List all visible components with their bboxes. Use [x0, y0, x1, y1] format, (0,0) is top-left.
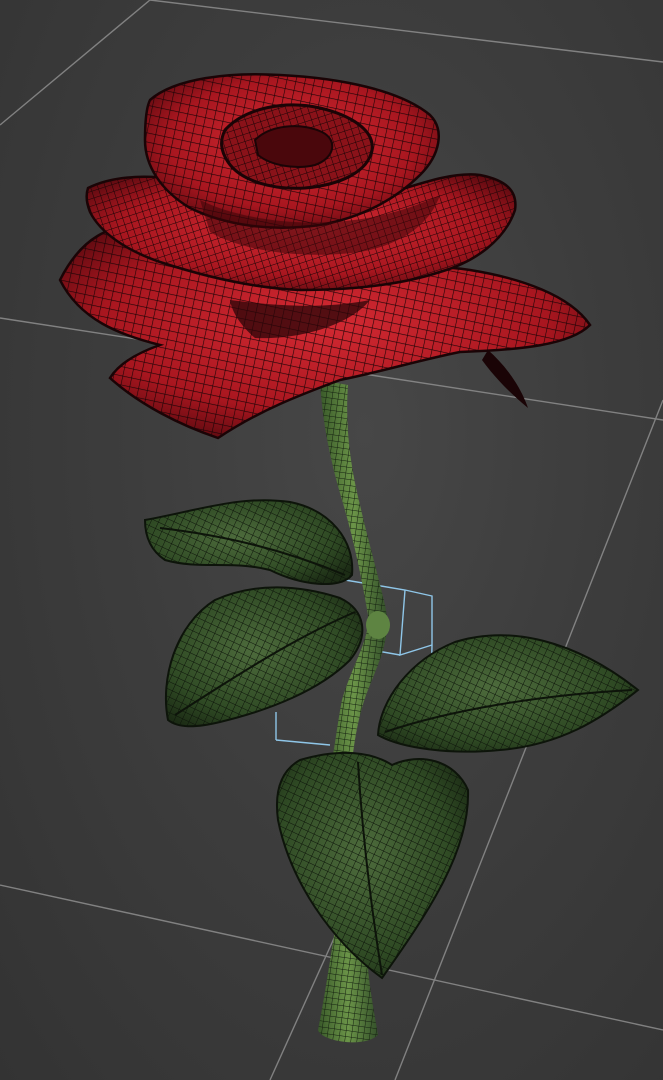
stem-node — [366, 611, 390, 639]
grid-line — [0, 0, 151, 126]
3d-viewport[interactable] — [0, 0, 663, 1080]
grid-line — [149, 0, 663, 63]
petal-core — [253, 125, 334, 168]
leaf-upper-left[interactable] — [143, 499, 354, 586]
leaf-right[interactable] — [376, 634, 640, 753]
sepal — [482, 350, 528, 408]
viewport-canvas[interactable] — [0, 0, 663, 1080]
bbox-edge — [275, 739, 331, 746]
bbox-edge — [399, 589, 433, 656]
leaf-middle-left[interactable] — [164, 586, 364, 728]
leaf-bottom[interactable] — [276, 751, 470, 980]
rose-bloom[interactable] — [58, 73, 592, 440]
